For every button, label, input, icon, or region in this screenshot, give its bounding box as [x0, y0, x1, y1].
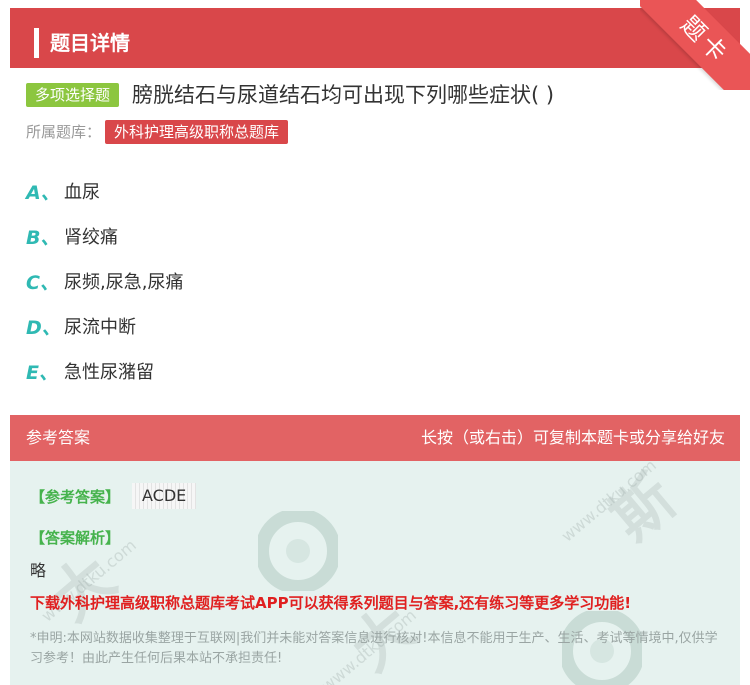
answer-section-header: 参考答案 长按（或右击）可复制本题卡或分享给好友 [10, 415, 740, 461]
option-e[interactable]: E、 急性尿潴留 [26, 350, 183, 395]
question-bank-label: 所属题库： [26, 123, 102, 141]
option-text: 血尿 [64, 181, 100, 203]
option-d[interactable]: D、 尿流中断 [26, 305, 183, 350]
answer-label: 【参考答案】 [30, 488, 121, 506]
option-letter: D、 [26, 316, 61, 339]
answer-section-body: 大 大 斯 www.dtku.com www.dtku.com www.dtku… [10, 461, 740, 685]
option-b[interactable]: B、 肾绞痛 [26, 215, 183, 260]
answer-value: ACDE [132, 483, 197, 509]
header-accent-bar [34, 28, 39, 58]
question-bank-link[interactable]: 外科护理高级职称总题库 [105, 120, 289, 144]
option-text: 肾绞痛 [64, 226, 118, 248]
option-text: 尿流中断 [64, 316, 136, 338]
page-header: 题目详情 [10, 8, 740, 68]
options-list: A、 血尿 B、 肾绞痛 C、 尿频,尿急,尿痛 D、 尿流中断 E、 急性尿潴… [26, 170, 183, 395]
option-letter: B、 [26, 226, 60, 249]
watermark-url: www.dtku.com [557, 461, 660, 546]
question-type-badge: 多项选择题 [26, 83, 120, 107]
disclaimer-text: *申明:本网站数据收集整理于互联网|我们并未能对答案信息进行核对!本信息不能用于… [30, 631, 718, 666]
question-card-ribbon[interactable]: 题卡 [640, 0, 750, 90]
option-letter: E、 [26, 361, 58, 384]
watermark-glyph: 斯 [598, 462, 690, 555]
option-a[interactable]: A、 血尿 [26, 170, 183, 215]
watermark-logo-icon [258, 511, 338, 591]
option-text: 急性尿潴留 [64, 361, 154, 383]
option-letter: C、 [26, 271, 59, 294]
page-title: 题目详情 [50, 31, 130, 55]
download-app-link[interactable]: 下载外科护理高级职称总题库考试APP可以获得系列题目与答案,还有练习等更多学习功… [30, 592, 631, 614]
answer-section-title: 参考答案 [26, 428, 91, 447]
option-c[interactable]: C、 尿频,尿急,尿痛 [26, 260, 183, 305]
explanation-text: 略 [30, 561, 47, 580]
question-text: 膀胱结石与尿道结石均可出现下列哪些症状( ) [132, 83, 555, 107]
ribbon-label[interactable]: 题卡 [640, 0, 750, 90]
share-hint: 长按（或右击）可复制本题卡或分享给好友 [420, 428, 725, 447]
explanation-label: 【答案解析】 [30, 529, 121, 547]
option-text: 尿频,尿急,尿痛 [64, 271, 184, 293]
option-letter: A、 [26, 181, 60, 204]
